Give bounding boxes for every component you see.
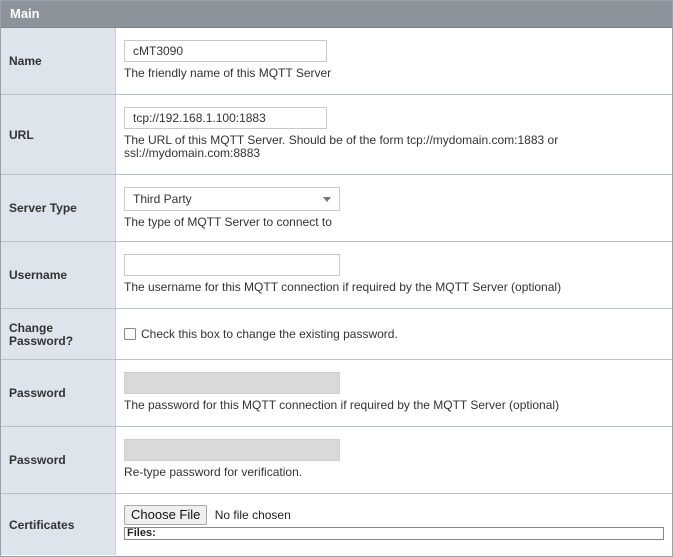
password-help: The password for this MQTT connection if…: [124, 398, 560, 412]
server-type-help: The type of MQTT Server to connect to: [124, 215, 332, 229]
url-label: URL: [1, 95, 116, 174]
row-name: Name cMT3090 The friendly name of this M…: [1, 28, 672, 95]
row-username: Username The username for this MQTT conn…: [1, 242, 672, 309]
files-list: Files:: [124, 527, 664, 540]
file-status: No file chosen: [214, 508, 291, 522]
server-type-label: Server Type: [1, 175, 116, 241]
section-header: Main: [1, 1, 672, 28]
row-certificates: Certificates Choose File No file chosen …: [1, 494, 672, 555]
row-password: Password The password for this MQTT conn…: [1, 360, 672, 427]
row-url: URL tcp://192.168.1.100:1883 The URL of …: [1, 95, 672, 175]
username-input[interactable]: [124, 254, 340, 276]
certificates-label: Certificates: [1, 494, 116, 555]
username-help: The username for this MQTT connection if…: [124, 280, 562, 294]
name-input[interactable]: cMT3090: [124, 40, 327, 62]
change-password-label: Change Password?: [1, 309, 116, 359]
row-password-confirm: Password Re-type password for verificati…: [1, 427, 672, 494]
password-label: Password: [1, 360, 116, 426]
change-password-checkbox[interactable]: [124, 328, 136, 340]
server-type-value: Third Party: [133, 192, 192, 206]
mqtt-server-form: Main Name cMT3090 The friendly name of t…: [0, 0, 673, 557]
chevron-down-icon: [323, 197, 331, 202]
url-input[interactable]: tcp://192.168.1.100:1883: [124, 107, 327, 129]
name-label: Name: [1, 28, 116, 94]
change-password-checkbox-label[interactable]: Check this box to change the existing pa…: [141, 327, 398, 341]
row-server-type: Server Type Third Party The type of MQTT…: [1, 175, 672, 242]
password-confirm-label: Password: [1, 427, 116, 493]
row-change-password: Change Password? Check this box to chang…: [1, 309, 672, 360]
password-confirm-input[interactable]: [124, 439, 340, 461]
url-help: The URL of this MQTT Server. Should be o…: [124, 133, 559, 160]
choose-file-button[interactable]: Choose File: [124, 505, 208, 525]
password-input[interactable]: [124, 372, 340, 394]
server-type-select[interactable]: Third Party: [124, 187, 340, 211]
username-label: Username: [1, 242, 116, 308]
name-help: The friendly name of this MQTT Server: [124, 66, 332, 80]
password-confirm-help: Re-type password for verification.: [124, 465, 303, 479]
